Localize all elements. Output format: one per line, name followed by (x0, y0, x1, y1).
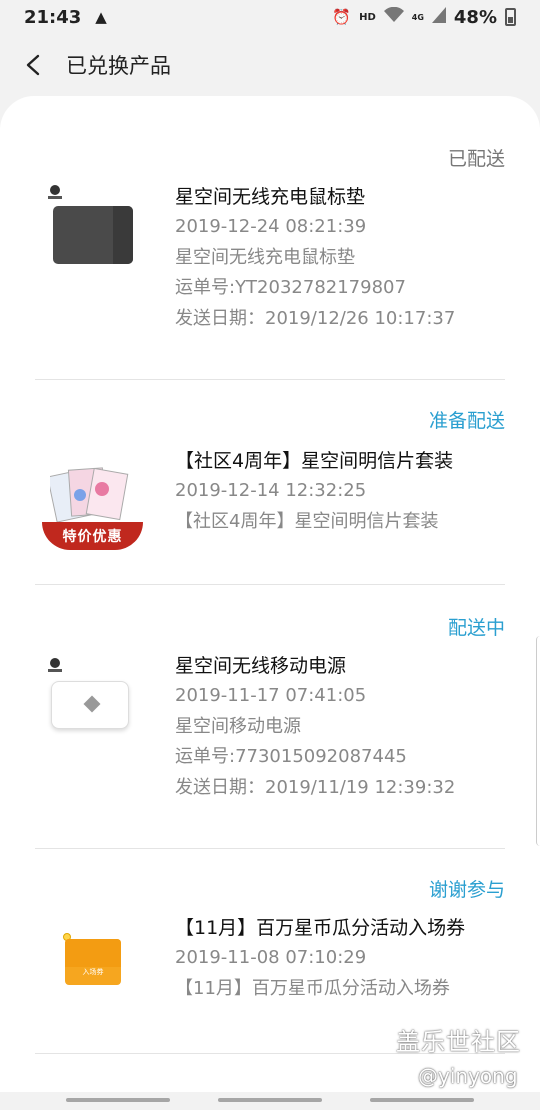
product-name: 【社区4周年】星空间明信片套装 (175, 450, 454, 472)
page-title: 已兑换产品 (66, 54, 171, 78)
signal-icon (431, 6, 446, 28)
app-header: 已兑换产品 (0, 34, 540, 96)
ship-date: 发送日期：2019/11/19 12:39:32 (175, 776, 456, 798)
status-bar: 21:43 ▲ ⏰ HD 4G 48% (0, 0, 540, 34)
mouse-pad-image (45, 184, 145, 294)
order-item[interactable]: 已配送 星空间无线充电鼠标垫 2019-12-24 08:21:39 星空间无线… (35, 96, 505, 380)
system-nav-bar (0, 1092, 540, 1110)
alarm-icon: ⏰ (332, 8, 352, 26)
nav-home-gesture[interactable] (218, 1098, 322, 1102)
product-desc: 【11月】百万星币瓜分活动入场券 (175, 977, 450, 999)
battery-icon (505, 8, 516, 26)
warning-icon: ▲ (95, 8, 107, 26)
order-status: 谢谢参与 (428, 879, 505, 901)
wifi-icon (383, 6, 404, 28)
network-indicator: 4G (411, 12, 424, 22)
chevron-left-icon (26, 54, 40, 76)
order-item[interactable]: 准备配送 特价优惠 【社区4周年】星空间明信片套装 2019-12-14 12:… (35, 380, 505, 585)
product-desc: 星空间无线充电鼠标垫 (175, 246, 355, 268)
redeem-date: 2019-11-08 07:10:29 (175, 947, 367, 968)
order-status: 已配送 (447, 148, 505, 170)
battery-percent: 48% (453, 6, 497, 28)
product-name: 星空间无线移动电源 (175, 655, 347, 677)
brand-logo-icon (48, 658, 62, 672)
order-status: 准备配送 (428, 410, 505, 432)
power-bank-image (45, 657, 145, 767)
product-desc: 星空间移动电源 (175, 715, 301, 737)
redeem-date: 2019-12-14 12:32:25 (175, 480, 367, 501)
redeem-date: 2019-12-24 08:21:39 (175, 216, 367, 237)
product-desc: 【社区4周年】星空间明信片套装 (175, 510, 439, 532)
order-list: 已配送 星空间无线充电鼠标垫 2019-12-24 08:21:39 星空间无线… (0, 96, 540, 1096)
waybill-number: 运单号:773015092087445 (175, 746, 407, 767)
order-item[interactable]: 配送中 星空间无线移动电源 2019-11-17 07:41:05 星空间移动电… (35, 585, 505, 849)
scroll-handle[interactable] (536, 636, 540, 846)
product-name: 【11月】百万星币瓜分活动入场券 (175, 917, 466, 939)
watermark-user: @yinyong (418, 1064, 518, 1088)
watermark-brand: 盖乐世社区 (396, 1028, 521, 1056)
back-button[interactable] (4, 35, 64, 95)
postcard-icon (50, 467, 129, 523)
ticket-label: 入场券 (82, 968, 104, 976)
nav-recents-gesture[interactable] (370, 1098, 474, 1102)
hd-indicator: HD (359, 11, 376, 23)
nav-back-gesture[interactable] (66, 1098, 170, 1102)
sale-badge: 特价优惠 (42, 522, 143, 550)
ticket-image: 入场券 (45, 919, 145, 1029)
postcard-set-image: 特价优惠 (42, 460, 145, 570)
brand-logo-icon (48, 185, 62, 199)
redeem-date: 2019-11-17 07:41:05 (175, 685, 367, 706)
order-status: 配送中 (447, 617, 505, 639)
product-name: 星空间无线充电鼠标垫 (175, 186, 366, 208)
ship-date: 发送日期：2019/12/26 10:17:37 (175, 307, 456, 329)
status-time: 21:43 (24, 6, 82, 28)
waybill-number: 运单号:YT2032782179807 (175, 277, 406, 298)
